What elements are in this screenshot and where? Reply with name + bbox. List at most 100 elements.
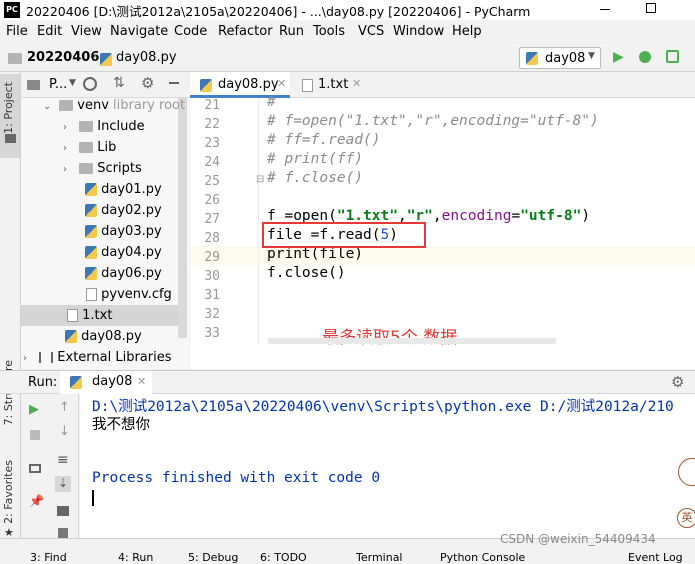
breadcrumb-file[interactable]: day08.py bbox=[116, 50, 177, 65]
wrap-icon[interactable]: ≡ bbox=[57, 452, 69, 468]
sticker-face bbox=[678, 458, 695, 486]
debug-bug-icon[interactable] bbox=[639, 51, 651, 63]
tree-label-file: day01.py bbox=[101, 182, 162, 197]
project-tool-label: 1: Project bbox=[2, 82, 15, 134]
menu-edit[interactable]: Edit bbox=[37, 24, 62, 39]
menu-run[interactable]: Run bbox=[279, 24, 304, 39]
tree-item-file[interactable]: day06.py bbox=[21, 263, 162, 284]
chevron-down-icon: ⌄ bbox=[43, 101, 52, 112]
window-title: 20220406 [D:\测试2012a\2105a\20220406] - .… bbox=[26, 4, 531, 19]
collapse-icon[interactable]: ⇅ bbox=[113, 75, 125, 91]
tree-item-include[interactable]: › Include bbox=[21, 116, 145, 137]
code-keyword-arg: encoding bbox=[441, 208, 512, 224]
highlight-box bbox=[262, 222, 426, 248]
tree-item-venv[interactable]: ⌄ venv library root bbox=[21, 95, 185, 116]
tree-label-file: day04.py bbox=[101, 245, 162, 260]
menu-help[interactable]: Help bbox=[452, 24, 482, 39]
code-token: f.close() bbox=[267, 265, 346, 281]
favorites-tool-label[interactable]: 2: Favorites bbox=[2, 460, 15, 524]
run-config-dropdown[interactable]: day08 ▼ bbox=[519, 47, 601, 69]
folder-icon bbox=[27, 80, 40, 90]
tab-label: 1.txt bbox=[318, 77, 349, 92]
menu-window[interactable]: Window bbox=[393, 24, 444, 39]
tree-item-file[interactable]: day03.py bbox=[21, 221, 162, 242]
python-file-icon bbox=[85, 204, 97, 217]
editor-tabs: day08.py ✕ 1.txt ✕ bbox=[190, 72, 695, 98]
code-comment: # print(ff) bbox=[267, 151, 364, 167]
hide-panel-icon[interactable] bbox=[169, 82, 179, 84]
breadcrumb-project[interactable]: 20220406 bbox=[27, 50, 99, 65]
tree-label-venv: venv bbox=[77, 98, 109, 113]
python-file-icon bbox=[200, 79, 212, 92]
folder-icon bbox=[5, 134, 16, 143]
tree-label-txt: 1.txt bbox=[82, 308, 113, 323]
gear-icon[interactable]: ⚙ bbox=[141, 74, 154, 92]
maximize-button[interactable] bbox=[646, 3, 656, 13]
menu-view[interactable]: View bbox=[71, 24, 102, 39]
current-line-highlight bbox=[190, 246, 695, 265]
editor-gutter-divider bbox=[258, 98, 259, 344]
code-comment: # bbox=[267, 94, 276, 110]
library-icon bbox=[39, 352, 54, 363]
pycharm-logo-icon: PC bbox=[4, 2, 20, 18]
tree-item-lib[interactable]: › Lib bbox=[21, 137, 116, 158]
chevron-right-icon: › bbox=[92, 49, 98, 64]
console-exit-line: Process finished with exit code 0 bbox=[92, 470, 381, 486]
minimize-button[interactable] bbox=[600, 9, 610, 10]
menu-file[interactable]: File bbox=[6, 24, 28, 39]
down-arrow-icon[interactable]: ↓ bbox=[59, 424, 70, 439]
config-file-icon bbox=[86, 288, 97, 301]
line-number: 23 bbox=[204, 136, 220, 151]
tree-item-external-libraries[interactable]: › External Libraries bbox=[21, 347, 172, 368]
code-token: ) bbox=[581, 208, 591, 224]
python-file-icon bbox=[526, 52, 538, 65]
menu-tools[interactable]: Tools bbox=[313, 24, 345, 39]
navigation-bar: 20220406 › day08.py day08 ▼ ▶ bbox=[0, 44, 695, 72]
editor-hscrollbar[interactable] bbox=[268, 338, 556, 344]
project-panel-title[interactable]: P... bbox=[49, 77, 67, 92]
line-number: 33 bbox=[204, 326, 220, 341]
sticker-badge: 英 bbox=[677, 508, 695, 528]
annotation-text: 最多读取5个 数据 bbox=[322, 323, 457, 348]
scroll-end-icon[interactable]: ⇣ bbox=[55, 476, 71, 492]
code-line-30: f.close() bbox=[267, 265, 346, 281]
chevron-down-icon[interactable]: ▼ bbox=[69, 78, 76, 88]
tree-item-scripts[interactable]: › Scripts bbox=[21, 158, 142, 179]
tree-item-file[interactable]: pyvenv.cfg bbox=[21, 284, 172, 305]
pin-icon[interactable]: 📌 bbox=[29, 494, 44, 508]
tree-item-file[interactable]: day02.py bbox=[21, 200, 162, 221]
menu-code[interactable]: Code bbox=[174, 24, 207, 39]
tree-item-day08[interactable]: day08.py bbox=[21, 326, 142, 347]
close-icon[interactable]: ✕ bbox=[277, 77, 286, 90]
run-tab-day08[interactable]: day08 ✕ bbox=[60, 371, 152, 394]
code-line-22: # f=open("1.txt","r",encoding="utf-8") bbox=[267, 113, 599, 129]
run-side-toolbar: ▶ ↑ ↓ ≡ ⇣ 📌 bbox=[21, 394, 79, 550]
close-icon[interactable]: ✕ bbox=[352, 77, 361, 90]
menu-navigate[interactable]: Navigate bbox=[110, 24, 168, 39]
console-output-line: 我不想你 bbox=[92, 417, 150, 433]
layout-icon[interactable] bbox=[29, 464, 41, 473]
close-icon[interactable]: ✕ bbox=[137, 375, 146, 388]
chevron-right-icon: › bbox=[63, 164, 67, 175]
fold-marker-icon[interactable]: ⊟ bbox=[256, 174, 264, 185]
tree-item-file[interactable]: day01.py bbox=[21, 179, 162, 200]
menu-vcs[interactable]: VCS bbox=[358, 24, 384, 39]
folder-icon bbox=[79, 121, 94, 132]
tab-1txt[interactable]: 1.txt ✕ bbox=[294, 72, 369, 98]
locate-icon[interactable] bbox=[83, 77, 97, 91]
gear-icon[interactable]: ⚙ bbox=[671, 373, 684, 391]
print-icon[interactable] bbox=[57, 506, 69, 516]
python-file-icon bbox=[85, 183, 97, 196]
up-arrow-icon[interactable]: ↑ bbox=[59, 400, 70, 415]
coverage-icon[interactable] bbox=[666, 50, 679, 63]
rerun-icon[interactable]: ▶ bbox=[29, 402, 39, 417]
folder-icon bbox=[8, 53, 22, 64]
run-button[interactable]: ▶ bbox=[613, 49, 624, 65]
tree-item-file[interactable]: day04.py bbox=[21, 242, 162, 263]
menu-refactor[interactable]: Refactor bbox=[218, 24, 273, 39]
tree-item-txt-selected[interactable]: 1.txt bbox=[21, 305, 178, 326]
project-scrollbar[interactable] bbox=[178, 98, 187, 338]
chevron-right-icon: › bbox=[23, 353, 27, 364]
trash-icon[interactable] bbox=[58, 528, 68, 538]
stop-icon[interactable] bbox=[30, 430, 40, 440]
